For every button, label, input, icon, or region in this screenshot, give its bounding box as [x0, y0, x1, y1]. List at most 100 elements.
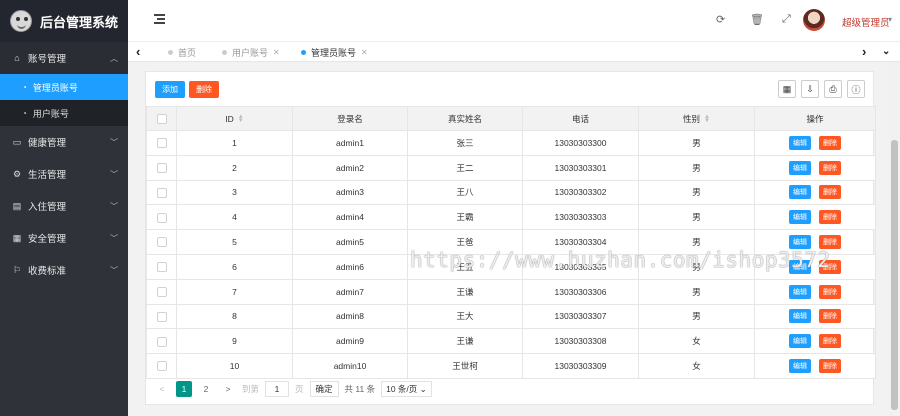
row-delete-button[interactable]: 删除 — [819, 359, 841, 374]
row-select-cell[interactable] — [146, 204, 177, 231]
cell-gender: 男 — [638, 130, 755, 156]
row-checkbox[interactable] — [156, 212, 167, 223]
edit-button[interactable]: 编辑 — [789, 135, 811, 150]
cell-id: 7 — [176, 278, 293, 305]
fullscreen-icon[interactable]: ⤢ — [782, 13, 791, 26]
chevron-down-icon[interactable]: ▾ — [888, 15, 892, 24]
export-icon[interactable]: ⇩ — [801, 80, 819, 98]
sort-icon[interactable]: ▲ ▼ — [238, 114, 244, 124]
row-select-cell[interactable] — [146, 303, 177, 330]
page-1-button[interactable]: 1 — [176, 381, 192, 397]
trash-icon[interactable]: 🗑 — [750, 13, 764, 26]
print-icon[interactable]: ⎙ — [824, 80, 842, 98]
cell-realname: 王二 — [407, 154, 523, 181]
row-delete-button[interactable]: 删除 — [819, 185, 841, 200]
edit-button[interactable]: 编辑 — [789, 359, 811, 374]
table-row: 1 admin1 张三 13030303300 男编辑 删除 — [146, 130, 876, 156]
row-delete-button[interactable]: 删除 — [819, 235, 841, 250]
edit-button[interactable]: 编辑 — [789, 235, 811, 250]
add-button[interactable]: 添加 — [155, 81, 185, 98]
edit-button[interactable]: 编辑 — [789, 185, 811, 200]
tab-home[interactable]: 首页 — [168, 46, 196, 59]
cell-id: 10 — [176, 353, 293, 379]
avatar[interactable] — [803, 9, 825, 31]
pagination: < 1 2 > 到第 1 页 确定 共 11 条 10 条/页 ⌄ — [154, 380, 432, 398]
row-delete-button[interactable]: 删除 — [819, 160, 841, 175]
info-icon[interactable]: ⓘ — [847, 80, 865, 98]
page-2-button[interactable]: 2 — [198, 381, 214, 397]
col-header-phone: 电话 — [522, 106, 639, 131]
close-icon[interactable]: ✕ — [273, 48, 280, 57]
col-header-gender[interactable]: 性别 ▲ ▼ — [638, 106, 755, 131]
edit-button[interactable]: 编辑 — [789, 284, 811, 299]
row-select-cell[interactable] — [146, 353, 177, 379]
close-icon[interactable]: ✕ — [361, 48, 368, 57]
row-checkbox[interactable] — [156, 262, 167, 273]
refresh-icon[interactable]: ⟳ — [716, 13, 725, 26]
row-delete-button[interactable]: 删除 — [819, 309, 841, 324]
goto-confirm-button[interactable]: 确定 — [309, 381, 339, 397]
user-name[interactable]: 超级管理员 — [842, 15, 890, 29]
cell-gender: 男 — [638, 204, 755, 231]
tabs-menu-icon[interactable]: ⌄ — [882, 46, 890, 57]
page-size-select[interactable]: 10 条/页 ⌄ — [381, 381, 432, 397]
row-select-cell[interactable] — [146, 130, 177, 156]
goto-page-input[interactable]: 1 — [265, 381, 290, 397]
sidebar-item-admin-accounts[interactable]: ◔ 管理员账号 — [0, 74, 128, 100]
row-select-cell[interactable] — [146, 229, 177, 255]
row-select-cell[interactable] — [146, 253, 177, 280]
row-checkbox[interactable] — [156, 311, 167, 322]
tabs-next-icon[interactable]: › — [862, 44, 866, 59]
row-delete-button[interactable]: 删除 — [819, 135, 841, 150]
row-checkbox[interactable] — [156, 336, 167, 347]
sidebar-item-user-accounts[interactable]: ◔ 用户账号 — [0, 100, 128, 126]
cell-phone: 13030303306 — [522, 278, 639, 305]
sidebar-group-label: 账号管理 — [28, 54, 67, 65]
tab-user-accounts[interactable]: 用户账号 ✕ — [222, 46, 280, 59]
edit-button[interactable]: 编辑 — [789, 334, 811, 349]
sort-icon[interactable]: ▲ ▼ — [704, 114, 710, 124]
row-checkbox[interactable] — [156, 237, 167, 248]
sidebar-group-security[interactable]: ▦ 安全管理 ﹀ — [0, 222, 128, 254]
menu-toggle-icon[interactable] — [154, 14, 165, 24]
sidebar-group-fees[interactable]: ⚐ 收费标准 ﹀ — [0, 254, 128, 286]
sidebar-group-health[interactable]: ▭ 健康管理 ﹀ — [0, 126, 128, 158]
select-all-cell[interactable] — [146, 106, 177, 131]
row-select-cell[interactable] — [146, 154, 177, 181]
edit-button[interactable]: 编辑 — [789, 309, 811, 324]
content-panel: 添加 删除 ▦ ⇩ ⎙ ⓘ ID ▲ ▼ 登录名 真实姓名 电话 性别 ▲ ▼ 操作 1… — [145, 71, 876, 405]
cell-id: 4 — [176, 204, 293, 231]
select-all-checkbox[interactable] — [156, 113, 167, 124]
col-header-id[interactable]: ID ▲ ▼ — [176, 106, 293, 131]
next-page-button[interactable]: > — [220, 381, 236, 397]
page-scrollbar[interactable] — [889, 62, 900, 416]
row-delete-button[interactable]: 删除 — [819, 210, 841, 225]
tab-admin-accounts[interactable]: 管理员账号 ✕ — [301, 46, 368, 59]
cell-login: admin6 — [292, 253, 408, 280]
cell-realname: 王霸 — [407, 204, 523, 231]
row-checkbox[interactable] — [156, 287, 167, 298]
delete-button[interactable]: 删除 — [189, 81, 219, 98]
row-checkbox[interactable] — [156, 187, 167, 198]
columns-icon[interactable]: ▦ — [778, 80, 796, 98]
row-select-cell[interactable] — [146, 179, 177, 206]
sidebar-item-label: 管理员账号 — [32, 82, 78, 93]
row-checkbox[interactable] — [156, 138, 167, 149]
row-select-cell[interactable] — [146, 328, 177, 355]
prev-page-button[interactable]: < — [154, 381, 170, 397]
row-select-cell[interactable] — [146, 278, 177, 305]
row-checkbox[interactable] — [156, 361, 167, 372]
edit-button[interactable]: 编辑 — [789, 160, 811, 175]
tabs-prev-icon[interactable]: ‹ — [136, 44, 140, 59]
cell-phone: 13030303302 — [522, 179, 639, 206]
row-delete-button[interactable]: 删除 — [819, 284, 841, 299]
row-checkbox[interactable] — [156, 163, 167, 174]
scrollbar-thumb[interactable] — [891, 140, 898, 410]
edit-button[interactable]: 编辑 — [789, 210, 811, 225]
sidebar-group-account[interactable]: ⌂ 账号管理 ︿ — [0, 42, 128, 74]
row-delete-button[interactable]: 删除 — [819, 334, 841, 349]
watermark: https://www.huzhan.com/ishop3572 — [410, 248, 831, 272]
sidebar-group-checkin[interactable]: ▤ 入住管理 ﹀ — [0, 190, 128, 222]
sidebar-group-life[interactable]: ⚙ 生活管理 ﹀ — [0, 158, 128, 190]
cell-actions: 编辑 删除 — [754, 328, 876, 355]
